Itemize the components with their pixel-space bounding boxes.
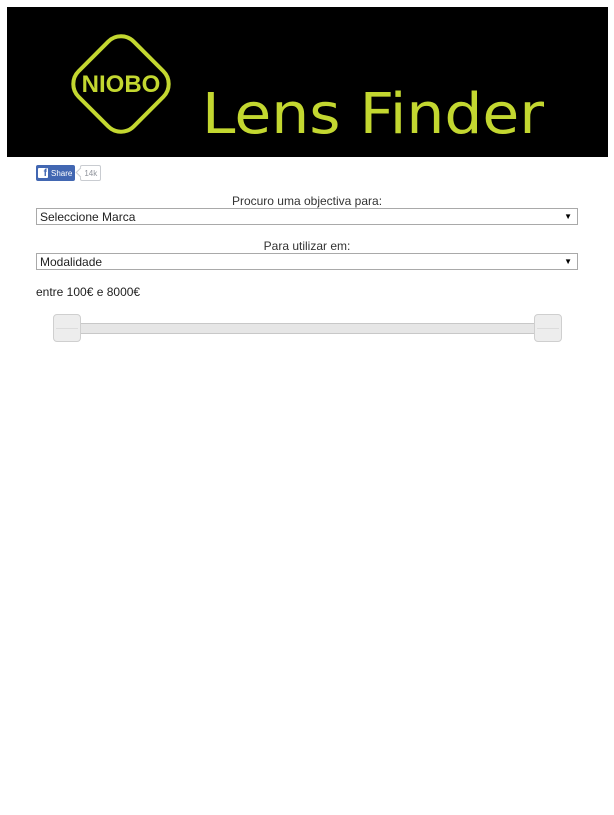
facebook-icon: f [38, 168, 48, 178]
brand-select-value: Seleccione Marca [40, 209, 136, 224]
price-slider-track[interactable] [64, 323, 550, 334]
banner-graphic: NIOBO Lens Finder [71, 34, 545, 147]
price-range-text: entre 100€ e 8000€ [36, 285, 141, 299]
banner-title: Lens Finder [202, 82, 545, 147]
niobo-logo: NIOBO [71, 34, 171, 134]
facebook-share-button[interactable]: f Share [36, 165, 76, 181]
use-label: Para utilizar em: [263, 239, 351, 253]
brand-select[interactable]: Seleccione Marca ▼ [36, 208, 578, 225]
dropdown-arrow-icon: ▼ [564, 212, 572, 221]
use-select[interactable]: Modalidade ▼ [36, 253, 578, 270]
header-banner: NIOBO Lens Finder [7, 7, 608, 157]
logo-text: NIOBO [82, 71, 161, 98]
dropdown-arrow-icon: ▼ [564, 257, 572, 266]
price-slider-min-handle[interactable] [53, 314, 81, 342]
use-select-value: Modalidade [40, 254, 103, 269]
share-widget: f Share 14k [36, 165, 102, 181]
share-count: 14k [80, 165, 102, 181]
share-label: Share [51, 168, 73, 178]
brand-label: Procuro uma objectiva para: [231, 194, 383, 208]
price-slider-max-handle[interactable] [534, 314, 562, 342]
